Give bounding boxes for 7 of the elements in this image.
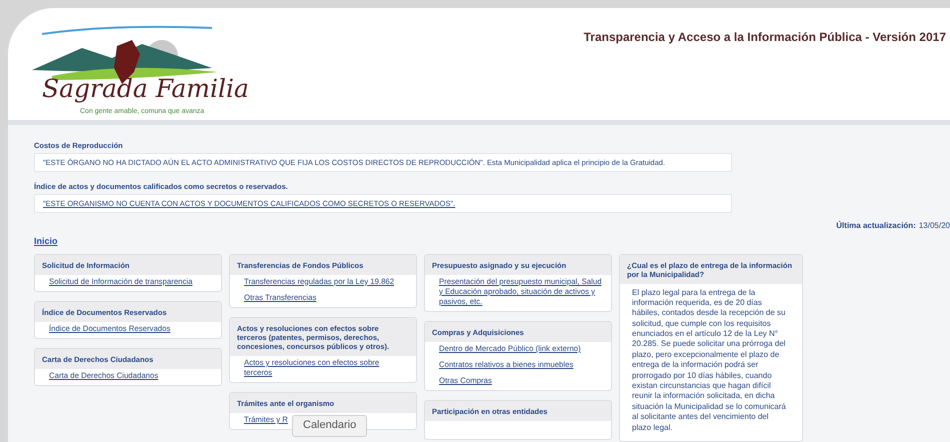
panel-text: El plazo legal para la entrega de la información requerida, es de 20 días hábiles, contados desde la recepción de su solicitud, que cumple con los requisitos enunciados en el artículo 12 de la Ley N° 20.285. Se puede solicitar una prórroga del plazo, pero excepcionalmente el plazo de entrega de la información podrá ser prorrogado por 10 días hábiles, cuando existan circunstancias que hagan difícil reunir la información solicitada, en dicha situación la Municipalidad se lo comunicará al solicitante antes del vencimiento del plazo legal. (631, 286, 787, 434)
page-title: Transparencia y Acceso a la Información Pública - Versión 2017 (584, 30, 946, 44)
update-date: 13/05/20 (918, 220, 950, 230)
logo-name: Sagrada Familia (42, 74, 249, 103)
home-link[interactable]: Inicio (34, 236, 58, 246)
tooltip: Calendario (292, 415, 368, 437)
update-label: Última actualización: (836, 220, 916, 230)
